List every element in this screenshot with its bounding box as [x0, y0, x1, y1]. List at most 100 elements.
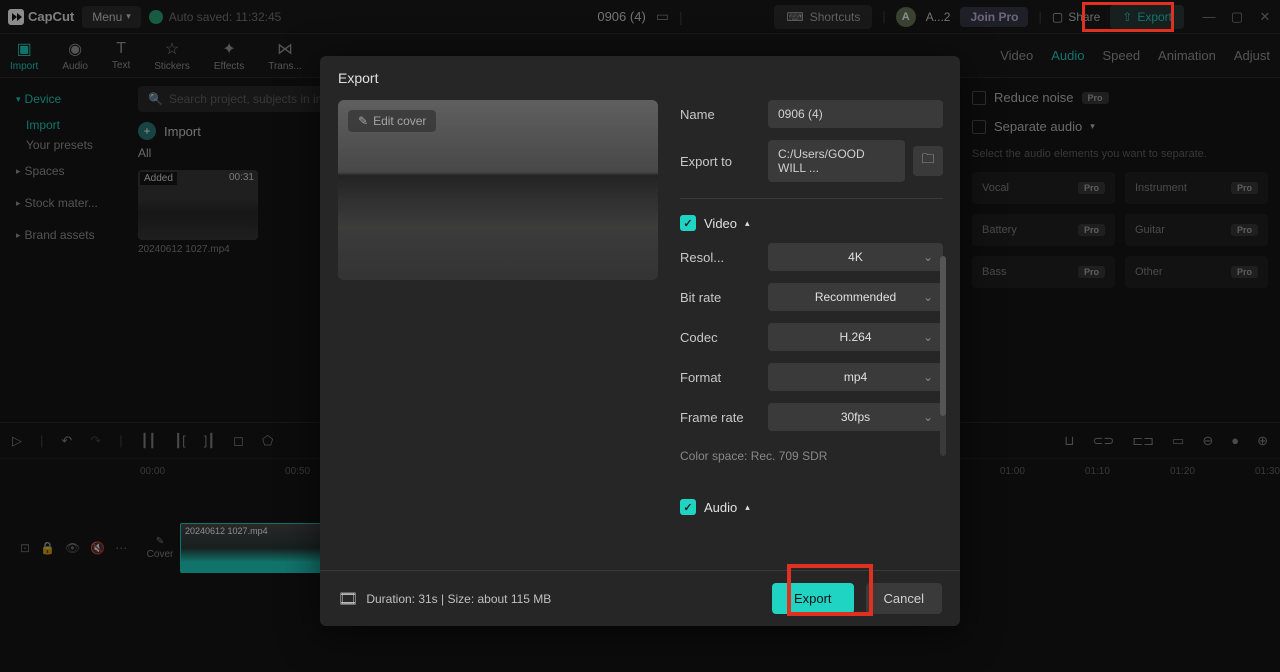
magnet-icon[interactable]: ⊔ — [1064, 433, 1074, 449]
track-options-icon[interactable]: ⊡ — [20, 541, 30, 555]
app-logo: CapCut — [8, 9, 74, 25]
redo-icon[interactable]: ↷ — [90, 433, 101, 449]
tool-stickers[interactable]: ☆Stickers — [154, 39, 190, 72]
more-icon[interactable]: ⋯ — [115, 541, 127, 555]
audio-checkbox[interactable]: ✓ — [680, 499, 696, 515]
maximize-button[interactable]: ▢ — [1230, 9, 1244, 25]
tool-import[interactable]: ▣Import — [10, 39, 38, 72]
name-input[interactable] — [768, 100, 943, 128]
mute-icon[interactable]: 🔇 — [90, 541, 105, 555]
transitions-icon: ⋈ — [277, 39, 293, 59]
sep-bass[interactable]: BassPro — [972, 256, 1115, 288]
zoom-slider[interactable]: ● — [1231, 433, 1239, 448]
sep-other[interactable]: OtherPro — [1125, 256, 1268, 288]
lock-icon[interactable]: 🔒 — [40, 541, 55, 555]
import-icon: ▣ — [17, 39, 32, 59]
zoom-in-icon[interactable]: ⊕ — [1257, 433, 1268, 449]
join-pro-button[interactable]: Join Pro — [960, 7, 1028, 27]
exportto-path: C:/Users/GOOD WILL ... — [768, 140, 905, 182]
video-checkbox[interactable]: ✓ — [680, 215, 696, 231]
tab-video[interactable]: Video — [1000, 48, 1033, 63]
sep-battery[interactable]: BatteryPro — [972, 214, 1115, 246]
video-section-header[interactable]: ✓ Video ▴ — [680, 215, 943, 231]
eye-icon[interactable]: 👁 — [65, 541, 80, 555]
resolution-label: Resol... — [680, 250, 760, 265]
menu-button[interactable]: Menu▾ — [82, 6, 141, 28]
export-preview: ✎ Edit cover — [338, 100, 658, 280]
preview-icon[interactable]: ▭ — [1172, 433, 1184, 449]
tab-adjust[interactable]: Adjust — [1234, 48, 1270, 63]
user-label: A...2 — [926, 10, 951, 24]
checkbox-off[interactable] — [972, 120, 986, 134]
trim-right-icon[interactable]: ]┃ — [204, 433, 215, 449]
browse-folder-button[interactable]: 🗀 — [913, 146, 943, 176]
ruler-mark: 01:20 — [1170, 466, 1195, 477]
align-icon[interactable]: ⊏⊐ — [1132, 433, 1154, 449]
sidebar-item-stock[interactable]: ▸Stock mater... — [8, 190, 122, 216]
window-controls: — ▢ ✕ — [1202, 9, 1272, 25]
sep-guitar[interactable]: GuitarPro — [1125, 214, 1268, 246]
import-label[interactable]: Import — [164, 124, 201, 139]
annotation-highlight — [787, 564, 873, 616]
sidebar-item-spaces[interactable]: ▸Spaces — [8, 158, 122, 184]
framerate-select[interactable]: 30fps — [768, 403, 943, 431]
minimize-button[interactable]: — — [1202, 9, 1216, 25]
cancel-button[interactable]: Cancel — [866, 583, 942, 614]
ruler-mark: 00:50 — [285, 466, 310, 477]
cover-button[interactable]: ✎ Cover — [140, 523, 180, 573]
modal-scrollbar[interactable] — [940, 256, 946, 456]
close-button[interactable]: ✕ — [1258, 9, 1272, 25]
edit-cover-button[interactable]: ✎ Edit cover — [348, 110, 436, 132]
logo-icon — [8, 9, 24, 25]
crop-icon[interactable]: ◻ — [233, 433, 244, 449]
sep-vocal[interactable]: VocalPro — [972, 172, 1115, 204]
undo-icon[interactable]: ↶ — [61, 433, 72, 449]
tab-animation[interactable]: Animation — [1158, 48, 1216, 63]
import-plus-icon[interactable]: + — [138, 122, 156, 140]
sidebar-item-brand[interactable]: ▸Brand assets — [8, 222, 122, 248]
shortcuts-button[interactable]: ⌨ Shortcuts — [774, 5, 872, 29]
color-space-text: Color space: Rec. 709 SDR — [680, 449, 943, 463]
share-icon: ▢ — [1052, 10, 1063, 24]
shield-icon[interactable]: ⬠ — [262, 433, 273, 449]
zoom-out-icon[interactable]: ⊖ — [1202, 433, 1213, 449]
format-select[interactable]: mp4 — [768, 363, 943, 391]
sidebar: ▾Device Import Your presets ▸Spaces ▸Sto… — [0, 78, 130, 422]
checkbox-off[interactable] — [972, 91, 986, 105]
tab-audio[interactable]: Audio — [1051, 48, 1084, 63]
tool-audio[interactable]: ◉Audio — [62, 39, 88, 72]
pointer-tool-icon[interactable]: ▷ — [12, 433, 22, 449]
tab-speed[interactable]: Speed — [1102, 48, 1140, 63]
tool-transitions[interactable]: ⋈Trans... — [268, 39, 302, 72]
audio-section-header[interactable]: ✓ Audio ▴ — [680, 499, 943, 515]
codec-select[interactable]: H.264 — [768, 323, 943, 351]
clip-name: 20240612 1027.mp4 — [138, 244, 258, 255]
split-icon[interactable]: ┃┃ — [141, 433, 157, 449]
sep-instrument[interactable]: InstrumentPro — [1125, 172, 1268, 204]
codec-label: Codec — [680, 330, 760, 345]
autosave-text: Auto saved: 11:32:45 — [169, 10, 282, 24]
clip-duration: 00:31 — [229, 172, 254, 183]
tool-text[interactable]: TText — [112, 40, 130, 71]
ruler-mark: 01:30 — [1255, 466, 1280, 477]
effects-icon: ✦ — [222, 39, 235, 59]
media-clip[interactable]: Added 00:31 20240612 1027.mp4 — [138, 170, 258, 255]
ruler-mark: 01:00 — [1000, 466, 1025, 477]
pencil-icon: ✎ — [156, 536, 164, 547]
trim-left-icon[interactable]: ┃[ — [174, 433, 185, 449]
avatar[interactable]: A — [896, 7, 916, 27]
sidebar-item-device[interactable]: ▾Device — [8, 86, 122, 112]
bitrate-select[interactable]: Recommended — [768, 283, 943, 311]
sidebar-item-import[interactable]: Import — [8, 118, 122, 132]
autosave-status: Auto saved: 11:32:45 — [149, 10, 282, 24]
timeline-clip-name: 20240612 1027.mp4 — [185, 526, 268, 536]
chevron-up-icon: ▴ — [745, 218, 750, 229]
link-icon[interactable]: ⊂⊃ — [1092, 433, 1114, 449]
resolution-select[interactable]: 4K — [768, 243, 943, 271]
export-modal: Export ✎ Edit cover Name Export to C:/Us… — [320, 56, 960, 626]
aspect-icon[interactable]: ▭ — [656, 8, 669, 25]
sidebar-item-presets[interactable]: Your presets — [8, 138, 122, 152]
clip-badge: Added — [140, 172, 177, 185]
tool-effects[interactable]: ✦Effects — [214, 39, 244, 72]
track-controls: ⊡ 🔒 👁 🔇 ⋯ — [20, 523, 140, 573]
